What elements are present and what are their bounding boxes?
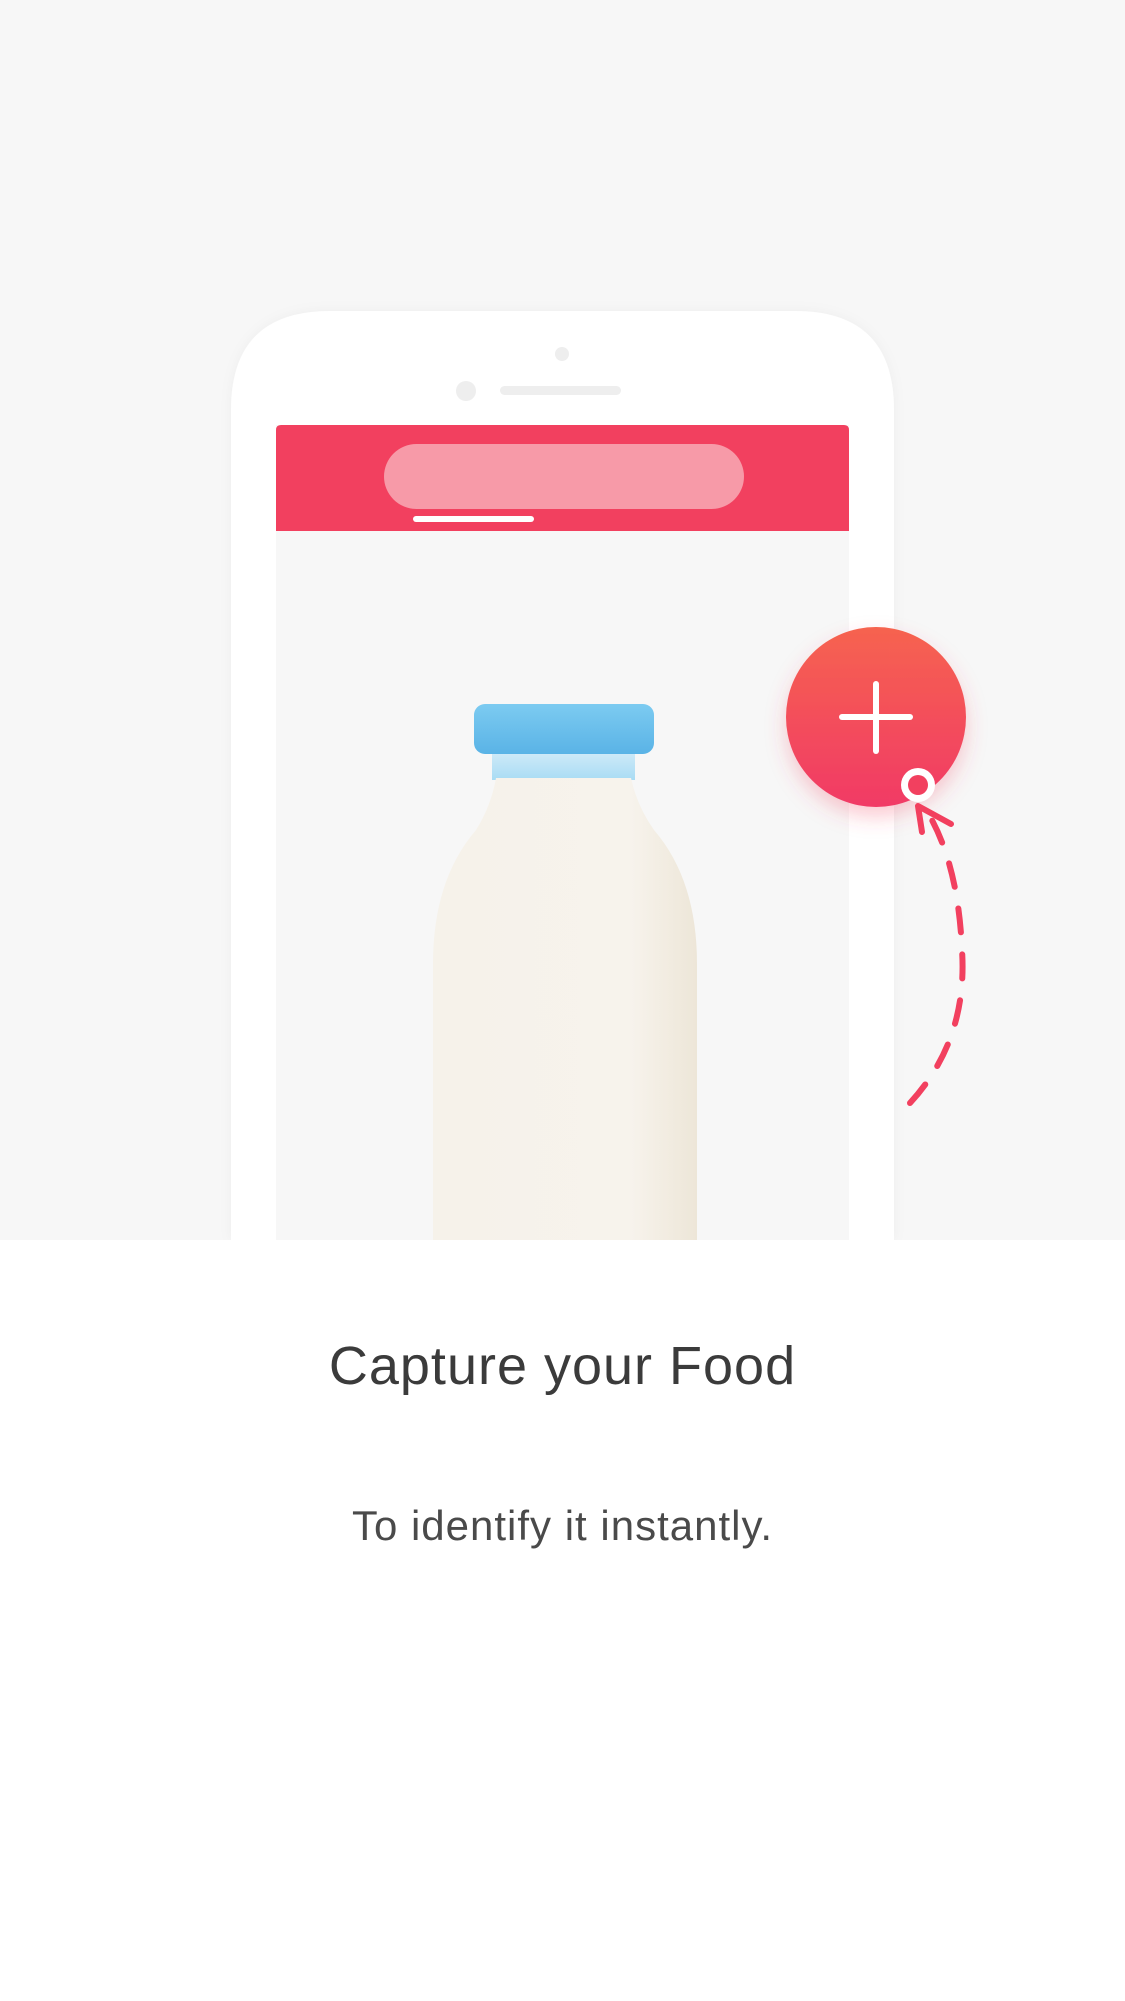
search-pill (384, 444, 744, 509)
illustration-canvas (0, 0, 1125, 1240)
tab-indicator (413, 516, 534, 522)
phone-sensor (555, 347, 569, 361)
bottle-cap (474, 704, 654, 754)
phone-speaker (500, 386, 621, 395)
onboarding-illustration (0, 0, 1125, 1240)
onboarding-screen: Capture your Food To identify it instant… (0, 0, 1125, 2001)
phone-camera (456, 381, 476, 401)
onboarding-title: Capture your Food (328, 1336, 797, 1396)
onboarding-subtitle: To identify it instantly. (351, 1502, 774, 1549)
tap-indicator-icon (901, 768, 935, 802)
